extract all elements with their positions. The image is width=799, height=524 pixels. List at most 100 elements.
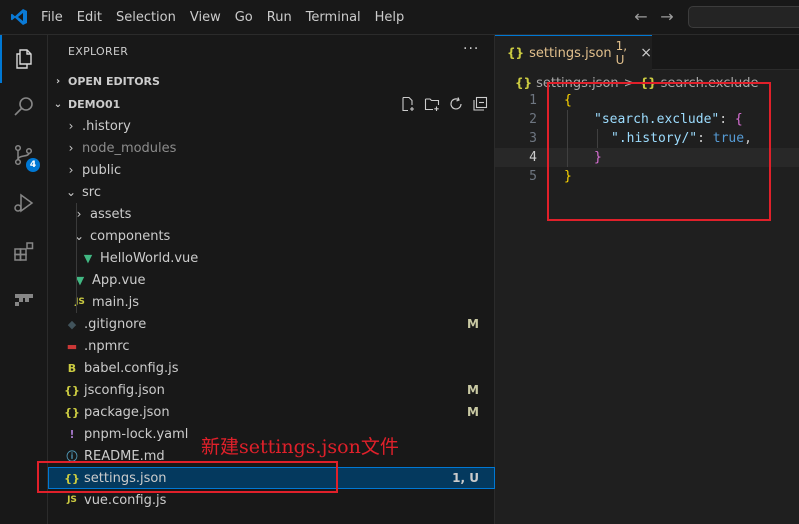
- more-actions-icon[interactable]: ···: [463, 41, 479, 57]
- json-file-icon: {}: [64, 405, 80, 419]
- tab-settings-json[interactable]: {} settings.json 1, U ×: [495, 35, 652, 70]
- babel-file-icon: B: [67, 361, 77, 375]
- explorer-activity[interactable]: [0, 35, 48, 83]
- run-debug-icon: [14, 193, 34, 213]
- title-bar: File Edit Selection View Go Run Terminal…: [0, 0, 799, 35]
- line-number: 4: [529, 150, 537, 165]
- tree-item-label: jsconfig.json: [84, 382, 165, 398]
- menu-go[interactable]: Go: [228, 0, 260, 35]
- tree-file[interactable]: JS main.js: [48, 291, 495, 313]
- run-debug-activity[interactable]: [0, 179, 48, 227]
- tree-folder[interactable]: › public: [48, 159, 495, 181]
- highlight-file-box: [37, 461, 338, 493]
- tree-file[interactable]: ◆ .gitignore M: [48, 313, 495, 335]
- tree-item-label: node_modules: [82, 140, 177, 156]
- explorer-actions: [400, 93, 488, 115]
- git-status-badge: M: [467, 317, 479, 331]
- npm-file-icon: ▬: [66, 339, 78, 353]
- collapse-all-icon[interactable]: [472, 96, 488, 112]
- line-number: 2: [529, 112, 537, 127]
- back-arrow-icon[interactable]: ←: [631, 7, 651, 27]
- menu-run[interactable]: Run: [260, 0, 299, 35]
- tree-indent-guide: [76, 203, 77, 313]
- tree-folder[interactable]: › .history: [48, 115, 495, 137]
- json-file-icon: {}: [64, 383, 80, 397]
- tree-folder[interactable]: ⌄ src: [48, 181, 495, 203]
- menu-view[interactable]: View: [183, 0, 228, 35]
- tree-item-label: babel.config.js: [84, 360, 179, 376]
- git-status-badge: M: [467, 405, 479, 419]
- open-editors-section[interactable]: › OPEN EDITORS: [48, 70, 495, 92]
- search-icon: [14, 97, 33, 116]
- line-number: 5: [529, 169, 537, 184]
- tree-file[interactable]: ▼ App.vue: [48, 269, 495, 291]
- new-folder-icon[interactable]: [424, 96, 440, 112]
- yaml-file-icon: !: [69, 427, 75, 441]
- git-status-badge: 1, U: [452, 471, 479, 485]
- chevron-down-icon: ⌄: [53, 98, 63, 110]
- tree-item-label: package.json: [84, 404, 170, 420]
- vue-file-icon: ▼: [83, 251, 93, 265]
- tree-folder[interactable]: › node_modules: [48, 137, 495, 159]
- menu-edit[interactable]: Edit: [70, 0, 109, 35]
- tree-folder[interactable]: ⌄ components: [48, 225, 495, 247]
- chevron-right-icon: ›: [68, 119, 74, 133]
- command-center-search[interactable]: [688, 6, 799, 28]
- search-activity[interactable]: [0, 83, 48, 131]
- tree-item-label: pnpm-lock.yaml: [84, 426, 189, 442]
- tree-item-label: .history: [82, 118, 131, 134]
- files-icon: [16, 49, 32, 69]
- menu-bar: File Edit Selection View Go Run Terminal…: [34, 0, 411, 35]
- json-file-icon: {}: [507, 46, 525, 60]
- source-control-badge: 4: [26, 158, 40, 172]
- forward-arrow-icon[interactable]: →: [657, 7, 677, 27]
- vue-file-icon: ▼: [75, 273, 85, 287]
- tree-file[interactable]: Bbabel.config.js: [48, 357, 495, 379]
- git-file-icon: ◆: [67, 317, 77, 331]
- tree-item-label: components: [90, 228, 171, 244]
- project-section[interactable]: ⌄ DEMO01: [48, 93, 495, 115]
- extensions-activity[interactable]: [0, 227, 48, 275]
- js-file-icon: JS: [75, 297, 85, 307]
- vscode-logo-icon: [11, 9, 27, 25]
- refresh-icon[interactable]: [448, 96, 464, 112]
- tree-item-label: .npmrc: [84, 338, 130, 354]
- menu-terminal[interactable]: Terminal: [299, 0, 368, 35]
- chevron-right-icon: ›: [68, 141, 74, 155]
- tree-file[interactable]: {} jsconfig.json M: [48, 379, 495, 401]
- tree-file[interactable]: ▼ HelloWorld.vue: [48, 247, 495, 269]
- tree-item-label: public: [82, 162, 122, 178]
- tree-item-label: src: [82, 184, 101, 200]
- line-number: 3: [529, 131, 537, 146]
- js-file-icon: JS: [67, 495, 77, 505]
- remote-explorer-activity[interactable]: [0, 275, 48, 323]
- close-icon[interactable]: ×: [640, 45, 652, 61]
- source-control-activity[interactable]: 4: [0, 131, 48, 179]
- chevron-right-icon: ›: [68, 163, 74, 177]
- tree-item-label: .gitignore: [84, 316, 147, 332]
- git-status-badge: M: [467, 383, 479, 397]
- tree-item-label: assets: [90, 206, 132, 222]
- annotation-text: 新建settings.json文件: [201, 436, 399, 458]
- menu-selection[interactable]: Selection: [109, 0, 183, 35]
- menu-file[interactable]: File: [34, 0, 70, 35]
- line-number: 1: [529, 93, 537, 108]
- tree-item-label: HelloWorld.vue: [100, 250, 199, 266]
- open-editors-label: OPEN EDITORS: [68, 74, 160, 88]
- tree-item-label: vue.config.js: [84, 492, 167, 508]
- remote-explorer-icon: [15, 294, 33, 306]
- tab-bar: {} settings.json 1, U ×: [495, 35, 799, 70]
- highlight-code-box: [547, 82, 771, 221]
- tree-file[interactable]: ▬ .npmrc: [48, 335, 495, 357]
- chevron-down-icon: ⌄: [65, 185, 77, 199]
- menu-help[interactable]: Help: [368, 0, 412, 35]
- tree-folder[interactable]: › assets: [48, 203, 495, 225]
- json-file-icon: {}: [515, 76, 533, 90]
- activity-bar: 4: [0, 35, 48, 524]
- chevron-right-icon: ›: [76, 207, 82, 221]
- tree-item-label: main.js: [92, 294, 139, 310]
- project-label: DEMO01: [68, 97, 121, 111]
- new-file-icon[interactable]: [400, 96, 416, 112]
- tree-file[interactable]: {} package.json M: [48, 401, 495, 423]
- tree-item-label: App.vue: [92, 272, 146, 288]
